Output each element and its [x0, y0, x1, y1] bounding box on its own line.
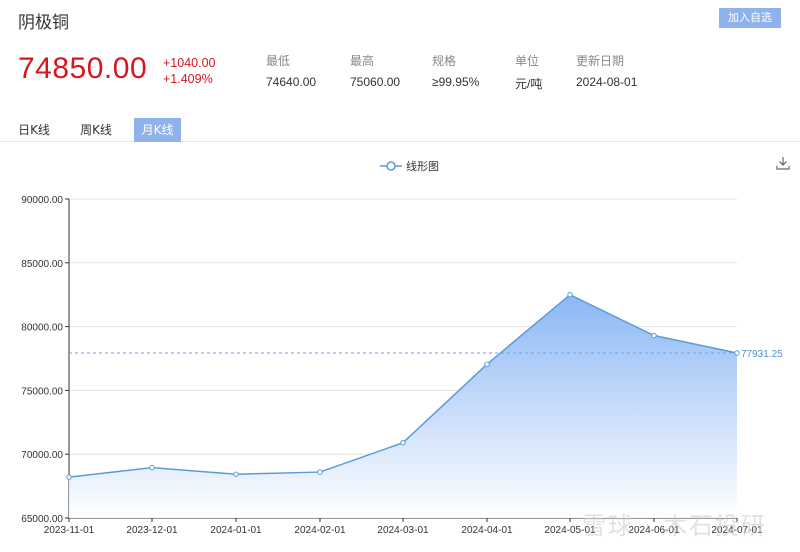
data-point	[734, 350, 740, 356]
tab-monthly-kline[interactable]: 月K线	[134, 118, 181, 142]
x-tick-label: 2023-11-01	[44, 525, 95, 536]
stat-update-date: 更新日期 2024-08-01	[576, 52, 637, 89]
price-chart: 90000.00 85000.00 80000.00 75000.00 70000.00…	[21, 195, 783, 536]
mark-line-label: 77931.25	[741, 349, 783, 360]
x-tick-label: 2024-01-01	[210, 525, 262, 536]
data-point	[651, 332, 657, 339]
download-icon[interactable]	[776, 155, 790, 174]
tab-weekly-kline[interactable]: 周K线	[74, 118, 118, 142]
stat-unit-label: 单位	[515, 54, 540, 68]
price-change-percent: +1.409%	[163, 72, 213, 86]
data-point	[567, 292, 573, 298]
x-tick-label: 2024-02-01	[294, 525, 346, 536]
stat-spec-label: 规格	[432, 54, 457, 68]
current-price: 74850.00	[18, 52, 148, 85]
chart-legend[interactable]: 线形图	[380, 158, 439, 174]
stat-update-date-value: 2024-08-01	[576, 75, 638, 89]
x-tick-label: 2023-12-01	[126, 525, 178, 536]
stat-unit-value: 元/吨	[515, 77, 543, 91]
y-tick-label: 65000.00	[21, 514, 63, 525]
stat-low-label: 最低	[266, 54, 291, 68]
stat-spec: 规格 ≥99.95%	[432, 52, 479, 89]
data-point	[233, 471, 239, 477]
data-point	[149, 464, 155, 471]
data-point	[484, 361, 490, 367]
price-change: +1040.00	[163, 56, 216, 70]
tab-daily-kline[interactable]: 日K线	[12, 118, 56, 142]
data-point	[400, 440, 406, 446]
x-tick-label: 2024-06-01	[628, 525, 680, 536]
x-tick-label: 2024-07-01	[711, 525, 763, 536]
line-legend-icon	[380, 161, 402, 171]
legend-label: 线形图	[406, 160, 439, 173]
stat-high-label: 最高	[350, 54, 375, 68]
series-area	[69, 294, 737, 518]
stat-update-date-label: 更新日期	[576, 54, 625, 68]
stat-spec-value: ≥99.95%	[432, 75, 480, 89]
y-tick-label: 85000.00	[21, 259, 63, 270]
stat-low: 最低 74640.00	[266, 52, 316, 89]
add-to-watchlist-button[interactable]: 加入自选	[719, 8, 781, 28]
stat-high: 最高 75060.00	[350, 52, 400, 89]
data-point	[66, 474, 72, 480]
y-tick-label: 80000.00	[21, 323, 63, 334]
data-point	[317, 469, 323, 475]
page-title: 阴极铜	[18, 13, 69, 33]
x-tick-label: 2024-05-01	[544, 525, 596, 536]
kline-tabs: 日K线 周K线 月K线	[0, 118, 800, 142]
y-tick-label: 70000.00	[21, 450, 63, 461]
y-tick-label: 90000.00	[21, 195, 63, 206]
x-tick-label: 2024-04-01	[461, 525, 513, 536]
stat-low-value: 74640.00	[266, 75, 317, 89]
stat-high-value: 75060.00	[350, 75, 401, 89]
stat-unit: 单位 元/吨	[515, 52, 542, 92]
y-tick-label: 75000.00	[21, 386, 63, 397]
x-tick-label: 2024-03-01	[377, 525, 429, 536]
